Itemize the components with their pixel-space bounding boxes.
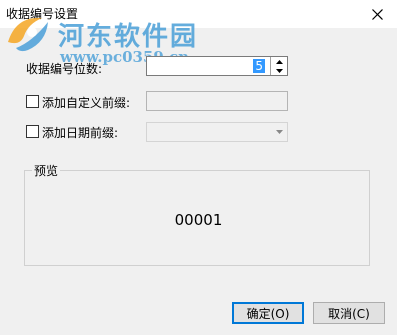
- dialog-window: 收据编号设置 河东软件园 www.pc0359.cn 收据编号位数: 5 添加自…: [0, 0, 397, 335]
- chevron-up-icon: [275, 59, 283, 64]
- date-prefix-checkbox[interactable]: [26, 125, 39, 138]
- custom-prefix-input[interactable]: [146, 91, 288, 111]
- stepper-buttons: [270, 57, 287, 75]
- custom-prefix-checkbox[interactable]: [26, 95, 39, 108]
- digits-label: 收据编号位数:: [26, 62, 103, 76]
- date-prefix-select[interactable]: [146, 122, 288, 142]
- preview-value: 00001: [174, 211, 223, 229]
- ok-button[interactable]: 确定(O): [232, 302, 304, 324]
- preview-title: 预览: [32, 162, 61, 179]
- digits-stepper[interactable]: 5: [146, 56, 288, 76]
- digits-value[interactable]: 5: [253, 59, 265, 73]
- chevron-down-icon: [275, 68, 283, 73]
- stepper-up-button[interactable]: [271, 57, 287, 66]
- cancel-button[interactable]: 取消(C): [313, 302, 385, 324]
- date-prefix-label[interactable]: 添加日期前缀:: [42, 124, 118, 141]
- dropdown-arrow[interactable]: [271, 123, 287, 141]
- watermark-logo: [8, 17, 48, 52]
- close-button[interactable]: [357, 0, 397, 28]
- close-icon: [371, 8, 383, 20]
- custom-prefix-label[interactable]: 添加自定义前缀:: [42, 94, 130, 111]
- stepper-down-button[interactable]: [271, 66, 287, 75]
- chevron-down-icon: [275, 130, 283, 134]
